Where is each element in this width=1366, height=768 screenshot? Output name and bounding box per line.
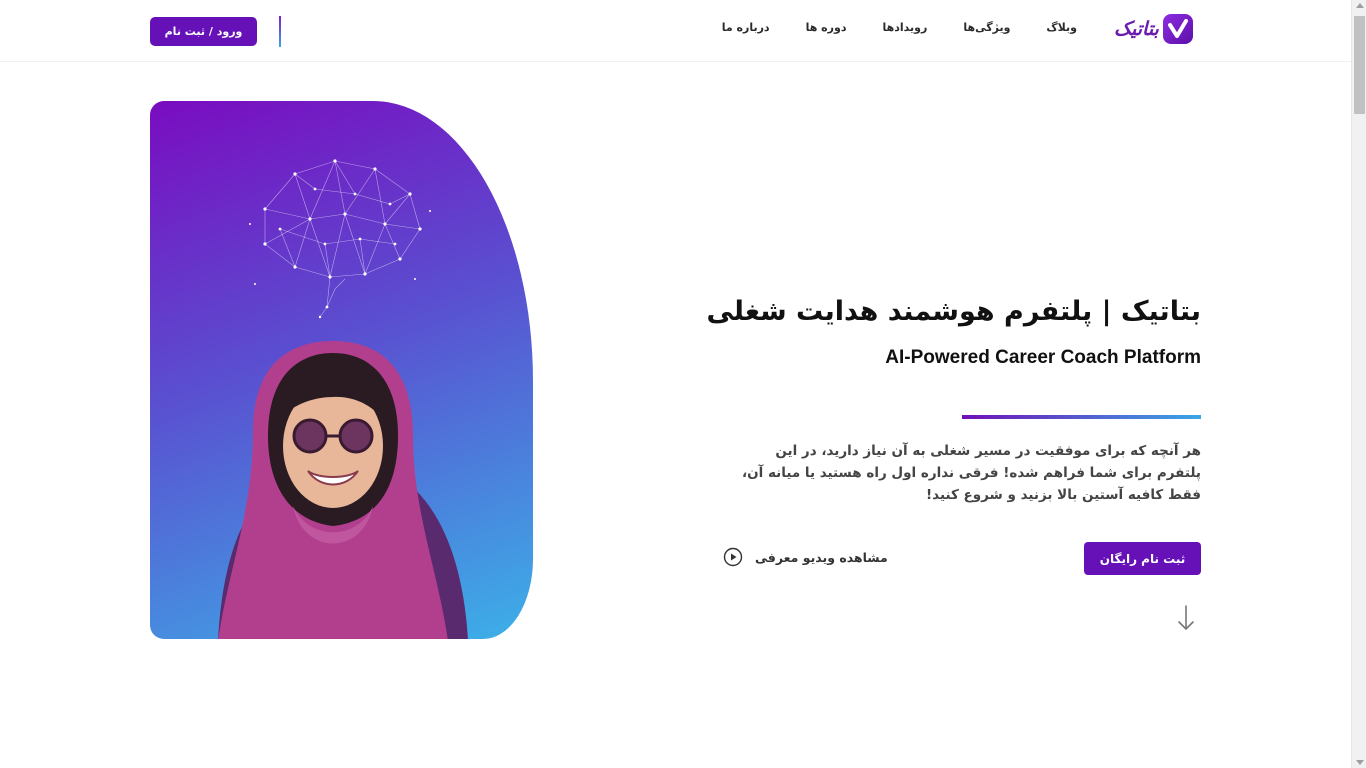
nav-item-events[interactable]: رویدادها: [882, 21, 927, 34]
hero-title: بتاتیک | پلتفرم هوشمند هدایت شغلی: [706, 296, 1201, 327]
nav-item-courses[interactable]: دوره ها: [806, 21, 847, 34]
free-signup-button[interactable]: ثبت نام رایگان: [1084, 542, 1201, 575]
scroll-down-icon[interactable]: [1356, 760, 1364, 765]
site-header: بتاتیک درباره ما دوره ها رویدادها ویژگی‌…: [0, 0, 1351, 62]
woman-illustration: [218, 341, 468, 639]
nav-item-about[interactable]: درباره ما: [722, 21, 770, 34]
hero-description: هر آنچه که برای موفقیت در مسیر شغلی به آ…: [742, 443, 1201, 503]
intro-video-label: مشاهده ویدیو معرفی: [755, 549, 888, 565]
main-nav: درباره ما دوره ها رویدادها ویژگی‌ها وبلا…: [722, 21, 1077, 34]
logo-text: بتاتیک: [1114, 18, 1159, 40]
hero-subtitle: AI-Powered Career Coach Platform: [885, 347, 1201, 368]
check-heart-logo-icon: [1162, 14, 1193, 44]
nav-item-features[interactable]: ویژگی‌ها: [963, 21, 1010, 34]
login-register-button[interactable]: ورود / ثبت نام: [150, 17, 257, 46]
nav-item-blog[interactable]: وبلاگ: [1046, 21, 1077, 34]
accent-divider: [962, 415, 1201, 419]
brain-network-illustration: [249, 159, 431, 319]
page-scrollbar[interactable]: [1351, 0, 1366, 768]
logo[interactable]: بتاتیک: [1114, 12, 1200, 46]
play-circle-icon: [723, 547, 743, 567]
hero-image-card: [150, 101, 533, 639]
scroll-thumb[interactable]: [1354, 16, 1365, 114]
arrow-down-icon[interactable]: [1176, 604, 1196, 632]
scroll-up-icon[interactable]: [1356, 3, 1364, 8]
intro-video-link[interactable]: مشاهده ویدیو معرفی: [723, 547, 888, 567]
header-divider: [279, 16, 281, 47]
